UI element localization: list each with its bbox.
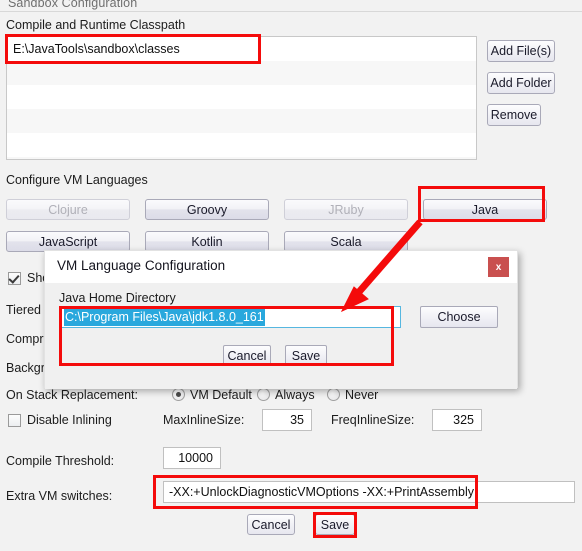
language-button-java[interactable]: Java <box>423 199 547 220</box>
add-folder-button[interactable]: Add Folder <box>487 72 555 94</box>
language-button-groovy[interactable]: Groovy <box>145 199 269 220</box>
close-icon[interactable]: x <box>488 257 509 277</box>
disable-inlining-checkbox[interactable] <box>8 414 21 427</box>
osr-radio-vm-default[interactable] <box>172 388 185 401</box>
list-item[interactable] <box>7 109 476 133</box>
language-button-javascript[interactable]: JavaScript <box>6 231 130 252</box>
language-button-jruby[interactable]: JRuby <box>284 199 408 220</box>
window-title: Sandbox Configuration <box>8 0 138 10</box>
language-button-kotlin[interactable]: Kotlin <box>145 231 269 252</box>
list-item[interactable] <box>7 157 476 159</box>
vm-language-configuration-dialog: VM Language Configuration x Java Home Di… <box>44 250 518 389</box>
osr-radio-never[interactable] <box>327 388 340 401</box>
osr-option-label-always: Always <box>275 388 315 402</box>
dialog-body: Java Home Directory C:\Program Files\Jav… <box>45 283 517 389</box>
add-files-button[interactable]: Add File(s) <box>487 40 555 62</box>
java-home-directory-label: Java Home Directory <box>59 291 176 305</box>
show-checkbox[interactable] <box>8 272 21 285</box>
vm-languages-section-label: Configure VM Languages <box>6 173 148 187</box>
max-inline-size-input[interactable]: 35 <box>262 409 312 431</box>
extra-vm-switches-label: Extra VM switches: <box>6 489 113 503</box>
compile-threshold-input[interactable]: 10000 <box>163 447 221 469</box>
osr-label: On Stack Replacement: <box>6 388 139 402</box>
classpath-list[interactable]: E:\JavaTools\sandbox\classes <box>6 36 477 160</box>
choose-button[interactable]: Choose <box>420 306 498 328</box>
language-button-scala[interactable]: Scala <box>284 231 408 252</box>
dialog-title: VM Language Configuration <box>57 258 226 273</box>
list-item[interactable] <box>7 85 476 109</box>
classpath-section-label: Compile and Runtime Classpath <box>6 18 186 32</box>
max-inline-size-label: MaxInlineSize: <box>163 413 245 427</box>
java-home-directory-value: C:\Program Files\Java\jdk1.8.0_161 <box>64 308 265 326</box>
java-home-directory-input[interactable]: C:\Program Files\Java\jdk1.8.0_161 <box>59 306 401 328</box>
compile-threshold-label: Compile Threshold: <box>6 454 115 468</box>
dialog-save-button[interactable]: Save <box>285 345 327 366</box>
osr-radio-always[interactable] <box>257 388 270 401</box>
disable-inlining-label: Disable Inlining <box>27 413 112 427</box>
osr-option-label-never: Never <box>345 388 379 402</box>
list-item[interactable]: E:\JavaTools\sandbox\classes <box>7 37 476 61</box>
title-divider <box>0 11 582 12</box>
language-button-clojure[interactable]: Clojure <box>6 199 130 220</box>
dialog-titlebar: VM Language Configuration x <box>45 251 517 283</box>
osr-option-label-vm-default: VM Default <box>190 388 252 402</box>
extra-vm-switches-input[interactable]: -XX:+UnlockDiagnosticVMOptions -XX:+Prin… <box>163 481 575 503</box>
list-item[interactable] <box>7 61 476 85</box>
freq-inline-size-label: FreqInlineSize: <box>331 413 415 427</box>
cancel-button[interactable]: Cancel <box>247 514 295 535</box>
list-item[interactable] <box>7 133 476 157</box>
sandbox-configuration-window: Sandbox Configuration Compile and Runtim… <box>0 0 582 551</box>
freq-inline-size-input[interactable]: 325 <box>432 409 482 431</box>
dialog-cancel-button[interactable]: Cancel <box>223 345 271 366</box>
remove-button[interactable]: Remove <box>487 104 541 126</box>
save-button[interactable]: Save <box>315 514 355 535</box>
